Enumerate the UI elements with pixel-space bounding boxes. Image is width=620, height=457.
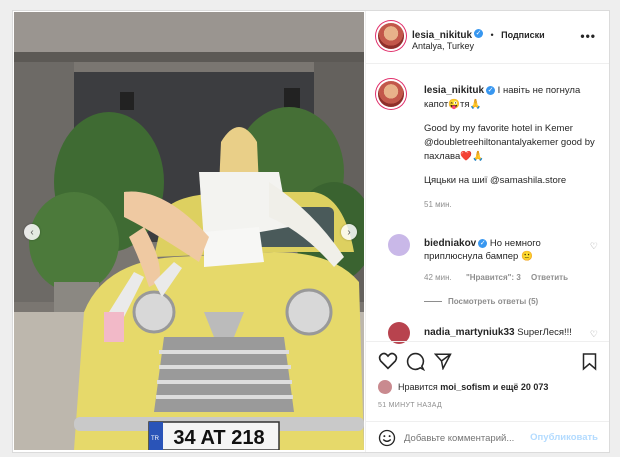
comment-bubble-icon[interactable]: [406, 352, 425, 371]
verified-badge-icon: ✓: [478, 238, 488, 248]
author-avatar[interactable]: [378, 23, 404, 49]
verified-badge-icon: ✓: [474, 29, 484, 39]
comment-meta: 42 мин. "Нравится": 3 Ответить: [424, 273, 568, 282]
add-comment-bar: Опубликовать: [366, 421, 609, 452]
publish-button[interactable]: Опубликовать: [530, 432, 598, 443]
view-replies-button[interactable]: Посмотреть ответы (5): [424, 297, 538, 306]
photo-illustration: TR 34 AT 218: [14, 12, 364, 450]
license-plate: 34 AT 218: [173, 427, 264, 449]
comment-likes-count[interactable]: "Нравится": 3: [466, 273, 521, 282]
verified-badge-icon: ✓: [486, 85, 496, 95]
share-send-icon[interactable]: [434, 352, 452, 370]
comment-like-icon[interactable]: ♡: [590, 241, 598, 252]
comment-input[interactable]: [404, 430, 534, 446]
post-modal: TR 34 AT 218 ‹ › lesia_nikituk ✓ • Подпис…: [12, 10, 610, 453]
post-timestamp[interactable]: 51 МИНУТ НАЗАД: [378, 402, 442, 409]
more-options-icon[interactable]: •••: [580, 29, 596, 43]
save-bookmark-icon[interactable]: [582, 352, 597, 371]
liker-username[interactable]: moi_sofism: [440, 382, 490, 392]
caption-username[interactable]: lesia_nikituk: [424, 85, 484, 96]
likes-summary: Нравится moi_sofism и ещё 20 073: [398, 382, 548, 392]
post-header: lesia_nikituk ✓ • Подписки Antalya, Turke…: [366, 11, 609, 64]
comment-time: 42 мин.: [424, 273, 452, 282]
emoji-smile-icon[interactable]: [378, 429, 396, 447]
comment-like-icon[interactable]: ♡: [590, 329, 598, 340]
reply-button[interactable]: Ответить: [531, 273, 568, 282]
post-photo[interactable]: TR 34 AT 218 ‹ ›: [14, 12, 364, 450]
caption-line-2: Good by my favorite hotel in Kemer @doub…: [424, 123, 595, 162]
comment-avatar[interactable]: [388, 234, 410, 256]
next-photo-icon[interactable]: ›: [341, 224, 357, 240]
post-location[interactable]: Antalya, Turkey: [412, 41, 474, 51]
caption-time: 51 мин.: [424, 200, 452, 209]
post-side-panel: lesia_nikituk ✓ • Подписки Antalya, Turke…: [365, 11, 609, 452]
likes-prefix: Нравится: [398, 382, 438, 392]
post-actions: Нравится moi_sofism и ещё 20 073 51 МИНУ…: [366, 341, 609, 422]
comment-username[interactable]: biedniakov: [424, 238, 476, 249]
like-heart-icon[interactable]: [378, 352, 398, 370]
caption-line-3: Цяцьки на шиї @samashila.store: [424, 175, 567, 186]
comment-username[interactable]: nadia_martyniuk33: [424, 327, 515, 338]
comment-text: SuperЛеся!!!: [517, 327, 572, 338]
previous-photo-icon[interactable]: ‹: [24, 224, 40, 240]
comment-item: nadia_martyniuk33 SuperЛеся!!!: [424, 326, 584, 341]
post-caption: lesia_nikituk ✓ І навіть не погнула капот…: [424, 84, 599, 222]
caption-avatar[interactable]: [378, 81, 404, 107]
author-username[interactable]: lesia_nikituk: [412, 30, 472, 41]
plate-country: TR: [151, 436, 160, 442]
likes-count[interactable]: и ещё 20 073: [493, 382, 549, 392]
comment-item: biedniakov ✓ Но немного приплюснула бампе…: [424, 237, 584, 263]
follow-status-button[interactable]: Подписки: [501, 30, 545, 40]
liker-avatar[interactable]: [378, 380, 392, 394]
